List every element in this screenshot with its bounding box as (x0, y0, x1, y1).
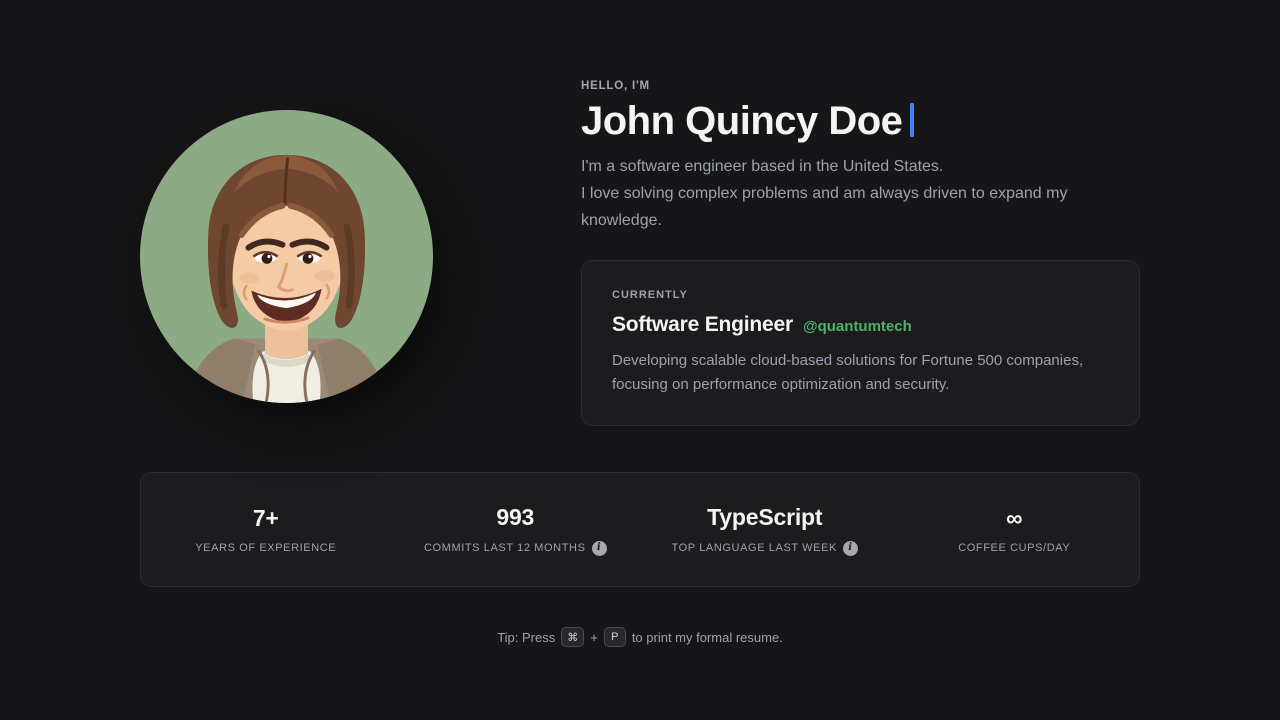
current-role: Software Engineer (612, 313, 793, 337)
stat-coffee: ∞ COFFEE CUPS/DAY (890, 505, 1140, 554)
stat-label-text: COFFEE CUPS/DAY (958, 542, 1070, 554)
stat-top-language: TypeScript TOP LANGUAGE LAST WEEK i (640, 504, 890, 556)
greeting-label: HELLO, I'M (581, 80, 1140, 92)
currently-card: CURRENTLY Software Engineer @quantumtech… (581, 260, 1140, 426)
info-icon[interactable]: i (592, 541, 607, 556)
tip-prefix: Tip: Press (497, 630, 555, 645)
stat-label: YEARS OF EXPERIENCE (195, 542, 336, 554)
stat-value: 993 (496, 504, 534, 531)
stat-label: COFFEE CUPS/DAY (958, 542, 1070, 554)
page-title: John Quincy Doe (581, 98, 1140, 144)
avatar-illustration (140, 110, 433, 403)
stat-value: TypeScript (707, 504, 822, 531)
hero-section: HELLO, I'M John Quincy Doe I'm a softwar… (140, 0, 1140, 426)
name-text: John Quincy Doe (581, 99, 902, 143)
stat-label-text: COMMITS LAST 12 MONTHS (424, 542, 586, 554)
p-key: P (604, 627, 626, 647)
intro-text: I'm a software engineer based in the Uni… (581, 153, 1140, 234)
company-handle-link[interactable]: @quantumtech (803, 318, 912, 335)
stat-label: TOP LANGUAGE LAST WEEK i (672, 541, 858, 556)
tip-plus: + (590, 630, 598, 645)
info-icon[interactable]: i (843, 541, 858, 556)
print-tip: Tip: Press ⌘ + P to print my formal resu… (140, 627, 1140, 647)
stat-value: ∞ (1006, 505, 1022, 532)
cmd-key: ⌘ (561, 627, 584, 647)
role-description: Developing scalable cloud-based solution… (612, 349, 1109, 397)
currently-label: CURRENTLY (612, 289, 1109, 301)
avatar (140, 110, 433, 403)
stat-label-text: YEARS OF EXPERIENCE (195, 542, 336, 554)
role-row: Software Engineer @quantumtech (612, 313, 1109, 337)
typing-caret (910, 103, 914, 137)
portfolio-page: HELLO, I'M John Quincy Doe I'm a softwar… (0, 0, 1280, 720)
stat-label-text: TOP LANGUAGE LAST WEEK (672, 542, 837, 554)
hero-text: HELLO, I'M John Quincy Doe I'm a softwar… (581, 80, 1140, 426)
stats-bar: 7+ YEARS OF EXPERIENCE 993 COMMITS LAST … (140, 472, 1140, 587)
intro-line-2: I love solving complex problems and am a… (581, 185, 1067, 229)
stat-value: 7+ (253, 505, 279, 532)
intro-line-1: I'm a software engineer based in the Uni… (581, 158, 943, 175)
stat-commits: 993 COMMITS LAST 12 MONTHS i (391, 504, 641, 556)
stat-label: COMMITS LAST 12 MONTHS i (424, 541, 607, 556)
stat-years-experience: 7+ YEARS OF EXPERIENCE (141, 505, 391, 554)
tip-suffix: to print my formal resume. (632, 630, 783, 645)
